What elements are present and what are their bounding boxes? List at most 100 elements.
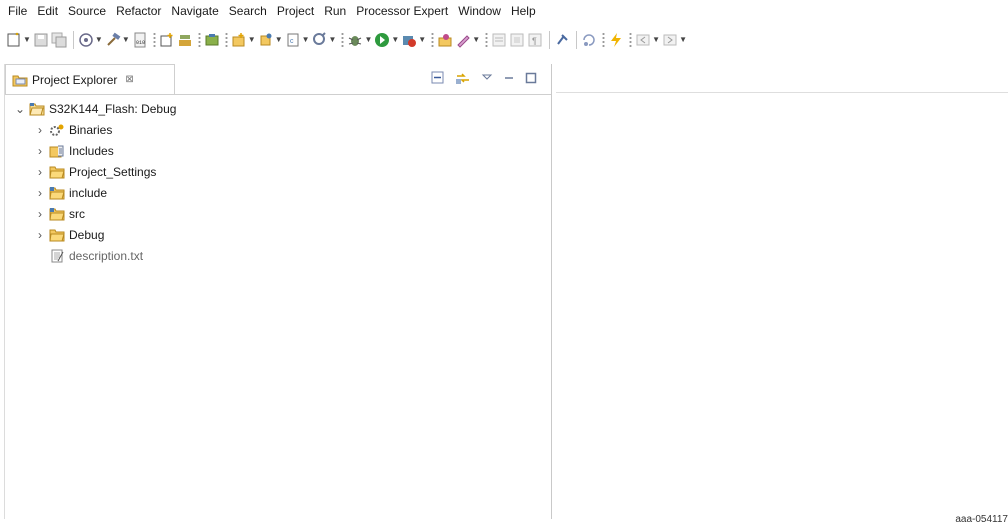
toolbar-grip <box>629 32 633 48</box>
save-button[interactable] <box>33 30 49 50</box>
toggle-block-button[interactable] <box>509 30 525 50</box>
new-file-button[interactable]: ▼ <box>258 30 283 50</box>
paragraph-icon: ¶ <box>528 33 542 47</box>
tree-item-label: Includes <box>69 143 114 158</box>
tree-item-description[interactable]: description.txt <box>5 245 551 266</box>
folder-icon <box>49 229 65 241</box>
tree-item-src[interactable]: › src <box>5 203 551 224</box>
tree-item-project[interactable]: ⌄ S32K144_Flash: Debug <box>5 98 551 119</box>
project-tree: ⌄ S32K144_Flash: Debug › Binaries › Incl… <box>5 98 551 266</box>
link-editor-button[interactable] <box>455 71 471 88</box>
chevron-right-icon[interactable]: › <box>33 186 47 200</box>
tree-item-debug[interactable]: › Debug <box>5 224 551 245</box>
toolbar-grip <box>197 32 201 48</box>
menu-run[interactable]: Run <box>320 0 352 22</box>
external-tools-button[interactable]: ▼ <box>401 30 426 50</box>
svg-text:010: 010 <box>136 40 145 46</box>
new-connection-button[interactable] <box>159 30 175 50</box>
source-folder-icon <box>49 186 65 199</box>
back-icon <box>636 34 650 46</box>
tree-item-label: Debug <box>69 227 105 242</box>
chevron-right-icon[interactable]: › <box>33 123 47 137</box>
save-icon <box>34 33 48 47</box>
folder-icon <box>49 166 65 178</box>
back-button[interactable]: ▼ <box>635 30 660 50</box>
dropdown-arrow-icon: ▼ <box>391 35 400 44</box>
tree-item-binaries[interactable]: › Binaries <box>5 119 551 140</box>
menu-window[interactable]: Window <box>454 0 507 22</box>
tree-item-includes[interactable]: › Includes <box>5 140 551 161</box>
binaries-icon <box>50 124 64 136</box>
figure-id: aaa-054117 <box>955 514 1008 525</box>
pen-icon <box>457 35 470 48</box>
class-icon <box>205 34 219 46</box>
new-folder-button[interactable]: ▼ <box>231 30 256 50</box>
pin-button[interactable] <box>554 30 570 50</box>
tab-project-explorer[interactable]: Project Explorer ⊠ <box>5 64 175 94</box>
new-item-button[interactable]: c ▼ <box>285 30 310 50</box>
dropdown-arrow-icon: ▼ <box>274 35 283 44</box>
menu-navigate[interactable]: Navigate <box>167 0 224 22</box>
forward-button[interactable]: ▼ <box>662 30 687 50</box>
menu-help[interactable]: Help <box>507 0 542 22</box>
chevron-right-icon[interactable]: › <box>33 207 47 221</box>
debug-config-button[interactable]: ▼ <box>78 30 103 50</box>
menu-project[interactable]: Project <box>273 0 320 22</box>
run-button[interactable]: ▼ <box>374 30 399 50</box>
chevron-right-icon[interactable]: › <box>33 228 47 242</box>
toolbar-grip <box>602 32 606 48</box>
chevron-down-icon[interactable]: ⌄ <box>13 102 27 116</box>
text-file-icon <box>51 249 64 262</box>
menu-file[interactable]: File <box>4 0 33 22</box>
highlight-button[interactable] <box>491 30 507 50</box>
tree-item-include[interactable]: › include <box>5 182 551 203</box>
binary-button[interactable]: 010 <box>132 30 148 50</box>
toolbar-grip <box>152 32 156 48</box>
collapse-all-button[interactable] <box>431 71 445 88</box>
menu-search[interactable]: Search <box>225 0 273 22</box>
binary-file-icon: 010 <box>134 32 146 48</box>
debug-button[interactable]: ▼ <box>347 30 372 50</box>
chevron-right-icon[interactable]: › <box>33 144 47 158</box>
new-class-button[interactable] <box>204 30 220 50</box>
tree-item-project-settings[interactable]: › Project_Settings <box>5 161 551 182</box>
tree-item-label: description.txt <box>69 248 144 263</box>
next-annotation-button[interactable] <box>581 30 597 50</box>
new-button[interactable]: ▼ <box>6 30 31 50</box>
show-whitespace-button[interactable]: ¶ <box>527 30 543 50</box>
pen-tool-button[interactable]: ▼ <box>455 30 480 50</box>
dropdown-arrow-icon: ▼ <box>652 35 661 44</box>
toolbar-separator <box>549 31 551 49</box>
new-icon <box>7 32 20 47</box>
project-folder-icon <box>29 102 45 115</box>
build-button[interactable]: ▼ <box>105 30 130 50</box>
search-button[interactable]: ▼ <box>312 30 336 50</box>
tree-item-label: include <box>69 185 108 200</box>
view-toolbar <box>421 71 537 88</box>
menu-source[interactable]: Source <box>64 0 112 22</box>
bug-icon <box>349 36 362 46</box>
project-explorer-icon <box>12 75 28 86</box>
chevron-right-icon[interactable]: › <box>33 165 47 179</box>
open-perspective-button[interactable] <box>437 30 453 50</box>
save-all-button[interactable] <box>51 30 67 50</box>
editor-area[interactable] <box>556 64 1008 519</box>
close-icon[interactable]: ⊠ <box>125 74 133 85</box>
view-menu-icon[interactable] <box>481 72 493 87</box>
maximize-icon[interactable] <box>525 72 537 87</box>
new-package-button[interactable] <box>177 30 193 50</box>
tree-item-label: src <box>69 206 85 221</box>
svg-text:c: c <box>290 38 294 45</box>
new-folder-icon <box>232 33 245 47</box>
toolbar-separator <box>576 31 578 49</box>
flash-button[interactable] <box>608 30 624 50</box>
minimize-icon[interactable] <box>503 72 515 87</box>
menu-refactor[interactable]: Refactor <box>112 0 167 22</box>
link-editor-icon <box>456 73 469 84</box>
forward-icon <box>663 34 677 46</box>
dropdown-arrow-icon: ▼ <box>23 35 31 44</box>
menu-processor-expert[interactable]: Processor Expert <box>352 0 454 22</box>
menu-edit[interactable]: Edit <box>33 0 64 22</box>
dropdown-arrow-icon: ▼ <box>301 35 310 44</box>
dropdown-arrow-icon: ▼ <box>121 35 130 44</box>
